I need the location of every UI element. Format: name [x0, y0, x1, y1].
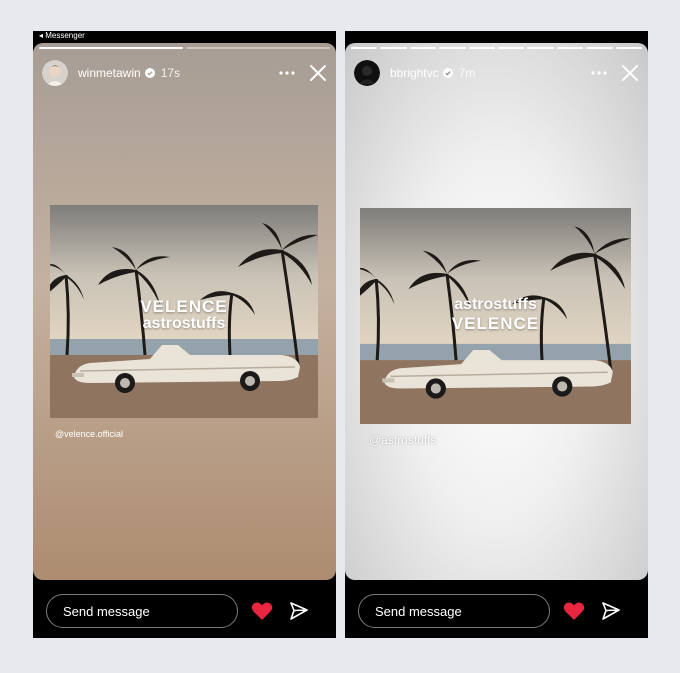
watermark-top: astrostuffs: [454, 296, 537, 313]
watermark-top: VELENCE: [140, 297, 228, 316]
story-card[interactable]: winmetawin 17s VELENCE astrostuffs @vele…: [33, 43, 336, 580]
more-options-icon[interactable]: [278, 64, 296, 82]
watermark-bottom: VELENCE: [451, 314, 540, 333]
send-icon[interactable]: [289, 601, 309, 621]
message-composer: Send message: [345, 591, 648, 631]
story-header: bbrightvc 7m: [354, 59, 640, 87]
progress-segment: [527, 47, 554, 49]
send-message-input[interactable]: Send message: [46, 594, 238, 628]
avatar[interactable]: [42, 60, 68, 86]
verified-badge-icon: [144, 68, 155, 78]
post-image[interactable]: astrostuffs VELENCE: [360, 208, 631, 424]
mention-tag[interactable]: @astrostuffs: [369, 433, 436, 447]
progress-segment: [380, 47, 407, 49]
story-header: winmetawin 17s: [42, 59, 328, 87]
post-image[interactable]: VELENCE astrostuffs: [50, 205, 318, 418]
story-card[interactable]: bbrightvc 7m astrostuffs VELENCE @astros…: [345, 43, 648, 580]
progress-segment: [409, 47, 437, 49]
progress-segment: [351, 47, 378, 49]
progress-segment: [468, 47, 496, 49]
timestamp: 17s: [160, 66, 181, 80]
watermark-bottom: astrostuffs: [142, 315, 226, 332]
username[interactable]: winmetawin: [78, 66, 141, 80]
story-viewer-left: ◂ Messenger winmetawin 17s VELENCE astro…: [33, 31, 336, 638]
messenger-back-link[interactable]: ◂ Messenger: [39, 31, 85, 41]
send-message-input[interactable]: Send message: [358, 594, 550, 628]
timestamp: 7m: [458, 66, 476, 80]
verified-badge-icon: [442, 68, 453, 78]
progress-segment: [556, 47, 584, 49]
close-icon[interactable]: [620, 63, 640, 83]
story-progress-bar: [351, 47, 643, 49]
story-progress-bar: [39, 47, 330, 49]
username[interactable]: bbrightvc: [390, 66, 439, 80]
progress-segment: [39, 47, 183, 49]
progress-segment: [498, 47, 525, 49]
story-viewer-right: bbrightvc 7m astrostuffs VELENCE @astros…: [345, 31, 648, 638]
progress-segment: [615, 47, 643, 49]
progress-segment: [186, 47, 330, 49]
close-icon[interactable]: [308, 63, 328, 83]
heart-icon[interactable]: [563, 601, 585, 621]
avatar[interactable]: [354, 60, 380, 86]
message-composer: Send message: [33, 591, 336, 631]
send-icon[interactable]: [601, 601, 621, 621]
progress-segment: [439, 47, 466, 49]
mention-tag[interactable]: @velence.official: [55, 429, 123, 439]
heart-icon[interactable]: [251, 601, 273, 621]
progress-segment: [586, 47, 613, 49]
more-options-icon[interactable]: [590, 64, 608, 82]
